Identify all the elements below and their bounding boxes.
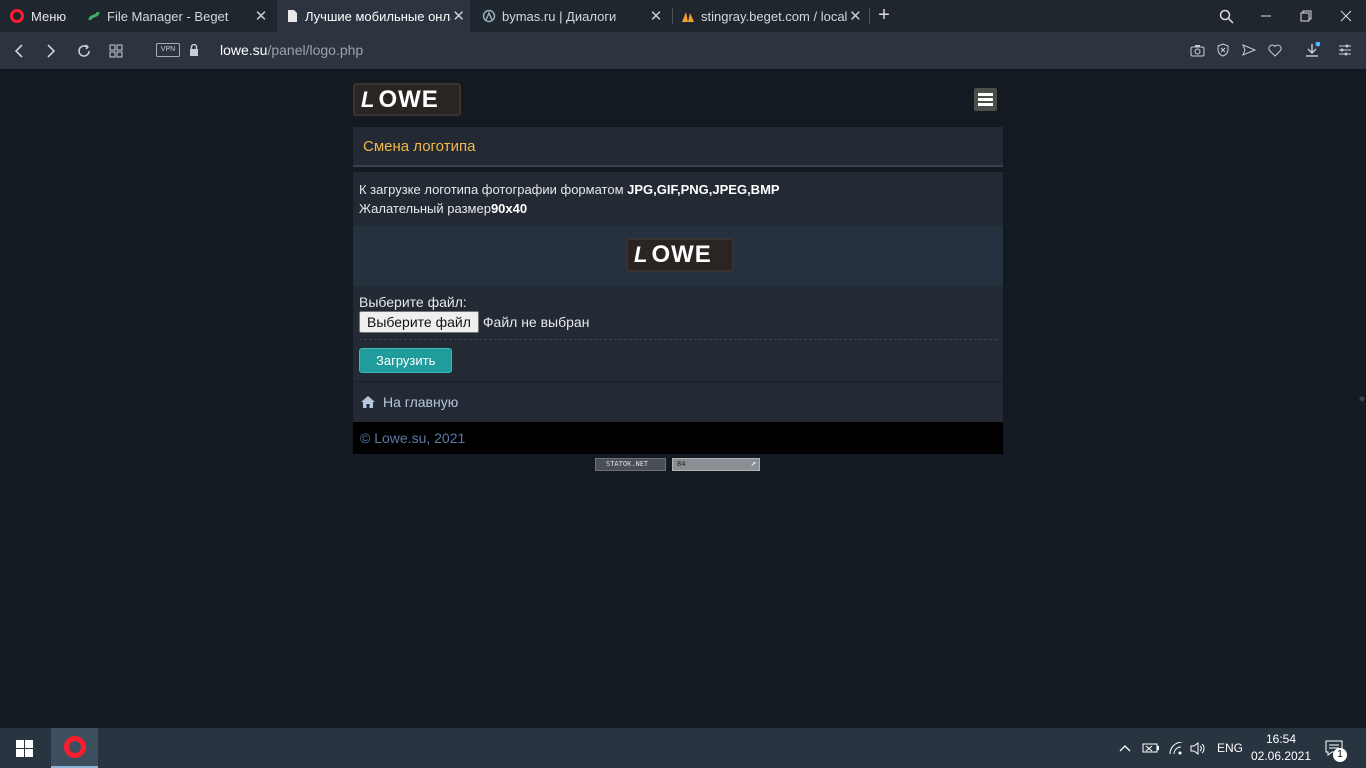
logo-mark: L [361,86,375,112]
document-favicon-icon [288,10,297,22]
tab-file-manager[interactable]: File Manager - Beget ✕ [79,0,275,32]
tab-close-icon[interactable]: ✕ [646,7,666,25]
tab-label: File Manager - Beget [107,8,229,24]
size-prefix: Жалательный размер [359,201,491,216]
statok-counter[interactable]: STATOK.NET [595,458,666,471]
close-window-icon[interactable] [1326,0,1366,32]
browser-address-bar: VPN lowe.su/panel/logo.php [0,32,1366,69]
site-header: L OWE [353,80,1003,120]
logo-text: OWE [651,241,712,268]
current-logo-image: L OWE [626,238,734,272]
current-logo-preview: L OWE [353,226,1003,286]
volume-icon[interactable] [1190,728,1208,768]
page-title: Смена логотипа [353,127,1003,167]
home-link[interactable]: На главную [353,381,1003,422]
tab-close-icon[interactable]: ✕ [451,7,466,25]
new-tab-button[interactable]: + [872,4,896,28]
system-clock[interactable]: 16:54 02.06.2021 [1248,731,1314,765]
opera-logo-icon [10,9,24,23]
language-indicator[interactable]: ENG [1217,728,1243,768]
tab-close-icon[interactable]: ✕ [847,7,864,25]
tab-label: Лучшие мобильные онлайн игры [305,8,451,24]
search-tabs-icon[interactable] [1206,0,1246,32]
url-field[interactable]: lowe.su/panel/logo.php [220,42,363,58]
url-host: lowe.su [220,42,268,58]
site-footer: © Lowe.su, 2021 [353,422,1003,454]
opera-menu-button[interactable]: Меню [0,0,76,32]
size-line: Жалательный размер90x40 [359,199,997,218]
tab-bymas[interactable]: bymas.ru | Диалоги ✕ [474,0,670,32]
formats-prefix: К загрузке логотипа фотографии форматом [359,182,628,197]
upload-button[interactable]: Загрузить [359,348,453,373]
tab-phpmyadmin[interactable]: stingray.beget.com / localhost ✕ [673,0,868,32]
notification-count-badge: 1 [1333,748,1347,762]
download-icon[interactable] [1303,41,1321,59]
windows-taskbar: ENG 16:54 02.06.2021 1 [0,728,1366,768]
back-icon[interactable] [5,32,33,69]
scrollbar-hint: ◆ [1359,394,1366,403]
choose-file-button[interactable]: Выберите файл [359,311,479,333]
upload-form: Выберите файл: Выберите файл Файл не выб… [353,286,1003,381]
size-value: 90x40 [490,201,528,216]
tray-chevron-icon[interactable] [1119,728,1135,768]
viewport-top-border [0,69,1366,70]
form-divider [359,339,997,340]
snapshot-icon[interactable] [1188,41,1206,59]
tab-separator [869,8,870,24]
formats-line: К загрузке логотипа фотографии форматом … [359,180,997,199]
windows-logo-icon [15,739,33,757]
battery-icon[interactable] [1142,728,1162,768]
home-icon [361,396,375,408]
lock-icon[interactable] [189,44,199,56]
file-status-text: Файл не выбран [482,314,590,330]
upload-info: К загрузке логотипа фотографии форматом … [353,172,1003,226]
opera-menu-label: Меню [31,8,67,24]
restore-icon[interactable] [1286,0,1326,32]
browser-tab-strip: Меню File Manager - Beget ✕ Лучшие мобил… [0,0,1366,32]
clock-date: 02.06.2021 [1250,749,1312,763]
bymas-favicon-icon [482,9,496,23]
start-button[interactable] [0,728,48,768]
clock-time: 16:54 [1265,732,1297,746]
file-field-label: Выберите файл: [359,294,467,310]
stat-counters: STATOK.NET 84 ↗ [595,458,760,471]
opera-logo-icon [63,736,86,758]
logo-text: OWE [378,85,439,113]
hits-value: 84 [677,460,686,468]
speed-dial-icon[interactable] [102,32,130,69]
send-icon[interactable] [1240,41,1258,59]
easy-setup-icon[interactable] [1336,41,1354,59]
hits-counter[interactable]: 84 ↗ [672,458,760,471]
vpn-badge[interactable]: VPN [156,43,180,57]
home-link-label: На главную [383,394,459,410]
phpmyadmin-favicon-icon [682,12,694,22]
beget-favicon-icon [88,11,100,21]
hamburger-menu-icon[interactable] [974,88,997,111]
heart-icon[interactable] [1266,41,1284,59]
tab-lowe-active[interactable]: Лучшие мобильные онлайн игры ✕ [277,0,470,32]
wifi-icon[interactable] [1168,728,1186,768]
file-input: Выберите файл Файл не выбран [359,311,997,333]
tab-label: stingray.beget.com / localhost [701,8,847,24]
site-logo[interactable]: L OWE [353,83,461,116]
forward-icon[interactable] [37,32,65,69]
reload-icon[interactable] [70,32,98,69]
tab-close-icon[interactable]: ✕ [251,7,271,25]
logo-change-panel: Смена логотипа К загрузке логотипа фотог… [353,127,1003,454]
url-path: /panel/logo.php [267,42,364,58]
tab-label: bymas.ru | Диалоги [502,8,617,24]
adblock-icon[interactable] [1214,41,1232,59]
logo-mark: L [634,242,648,267]
taskbar-opera-button[interactable] [51,728,98,768]
arrow-icon: ↗ [750,459,756,469]
formats-list: JPG,GIF,PNG,JPEG,BMP [627,182,780,197]
minimize-icon[interactable] [1246,0,1286,32]
